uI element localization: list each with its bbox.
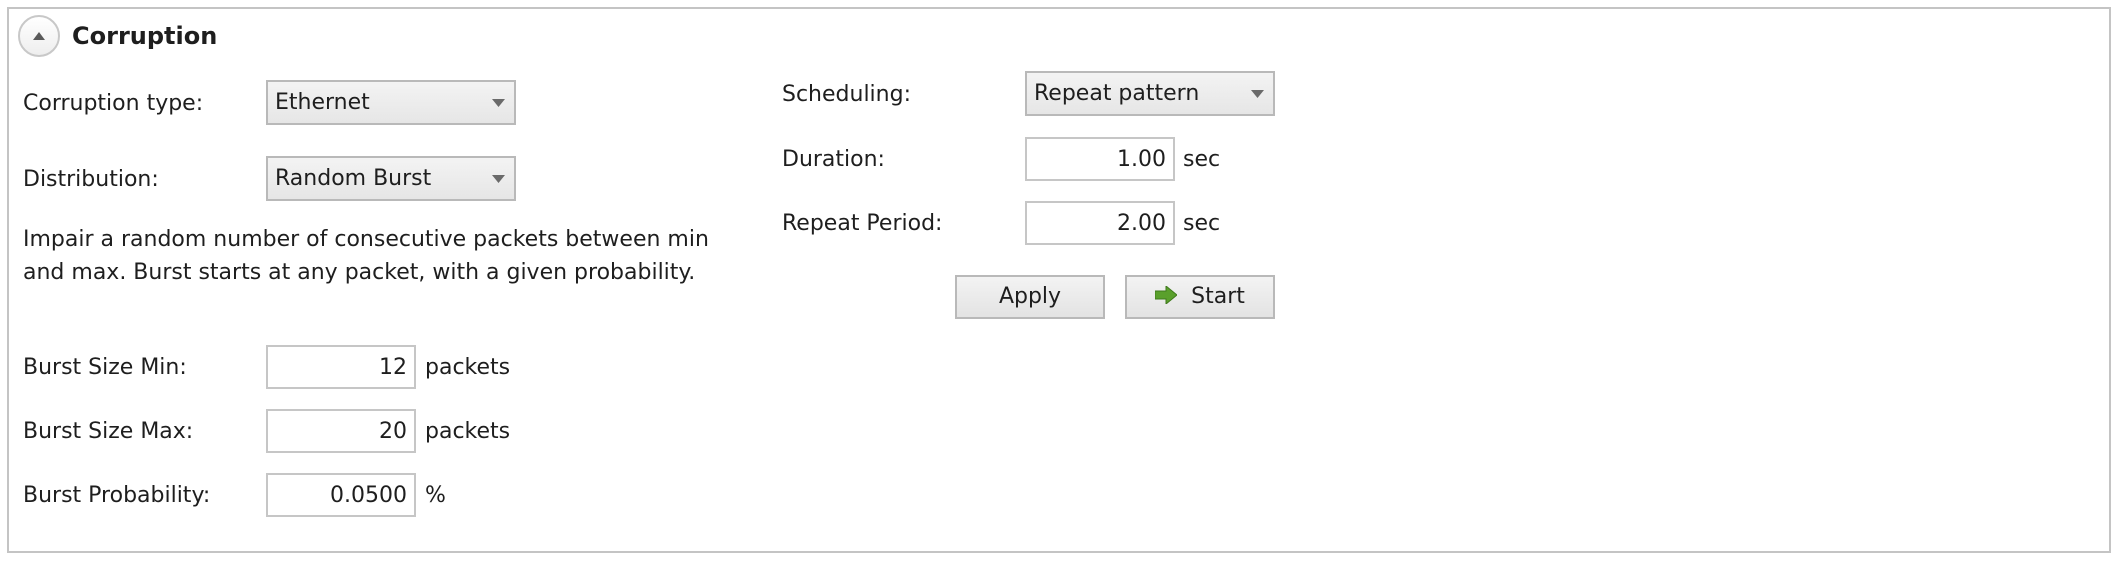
corruption-type-dropdown[interactable]: Ethernet bbox=[266, 80, 516, 125]
dropdown-arrow-icon bbox=[492, 175, 505, 183]
distribution-dropdown[interactable]: Random Burst bbox=[266, 156, 516, 201]
start-button[interactable]: Start bbox=[1125, 275, 1275, 319]
dropdown-arrow-icon bbox=[492, 99, 505, 107]
apply-button[interactable]: Apply bbox=[955, 275, 1105, 319]
collapse-button[interactable] bbox=[18, 15, 60, 57]
repeat-period-label: Repeat Period: bbox=[782, 211, 943, 236]
duration-unit: sec bbox=[1183, 147, 1221, 172]
distribution-description: Impair a random number of consecutive pa… bbox=[23, 227, 709, 285]
burst-size-max-label: Burst Size Max: bbox=[23, 419, 194, 444]
corruption-type-label: Corruption type: bbox=[23, 91, 204, 116]
burst-probability-unit: % bbox=[425, 483, 446, 508]
scheduling-value: Repeat pattern bbox=[1034, 81, 1200, 106]
burst-size-min-label: Burst Size Min: bbox=[23, 355, 187, 380]
arrow-right-icon bbox=[1155, 286, 1178, 304]
repeat-period-input[interactable] bbox=[1025, 201, 1175, 245]
burst-size-min-unit: packets bbox=[425, 355, 511, 380]
burst-probability-label: Burst Probability: bbox=[23, 483, 211, 508]
duration-label: Duration: bbox=[782, 147, 885, 172]
section-title: Corruption bbox=[72, 22, 218, 50]
dropdown-arrow-icon bbox=[1251, 90, 1264, 98]
start-button-label: Start bbox=[1191, 284, 1245, 309]
corruption-type-value: Ethernet bbox=[275, 90, 370, 115]
scheduling-dropdown[interactable]: Repeat pattern bbox=[1025, 71, 1275, 116]
burst-size-max-unit: packets bbox=[425, 419, 511, 444]
apply-button-label: Apply bbox=[998, 284, 1062, 309]
duration-input[interactable] bbox=[1025, 137, 1175, 181]
scheduling-label: Scheduling: bbox=[782, 82, 911, 107]
repeat-period-unit: sec bbox=[1183, 211, 1221, 236]
burst-probability-input[interactable] bbox=[266, 473, 416, 517]
burst-size-min-input[interactable] bbox=[266, 345, 416, 389]
chevron-up-icon bbox=[33, 32, 45, 40]
distribution-label: Distribution: bbox=[23, 167, 159, 192]
distribution-value: Random Burst bbox=[275, 166, 432, 191]
burst-size-max-input[interactable] bbox=[266, 409, 416, 453]
